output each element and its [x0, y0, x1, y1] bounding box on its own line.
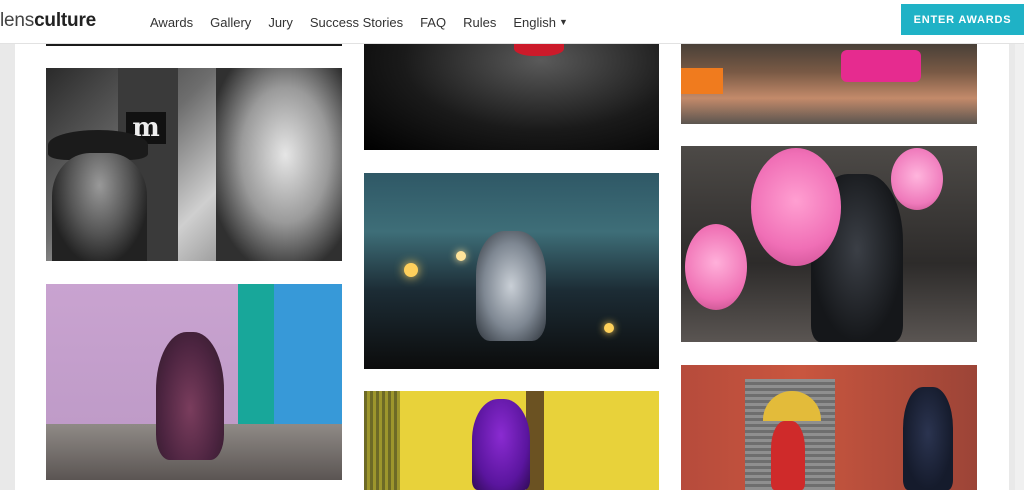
- logo-prefix: lens: [0, 10, 35, 31]
- photo-shape: [52, 153, 147, 261]
- chevron-down-icon: ▼: [558, 17, 568, 27]
- gallery-photo-2[interactable]: m: [46, 68, 342, 261]
- scrollbar[interactable]: [1015, 44, 1024, 490]
- enter-awards-button[interactable]: ENTER AWARDS: [901, 4, 1024, 35]
- gallery-photo-9[interactable]: [681, 365, 977, 490]
- gallery-photo-4[interactable]: [364, 44, 659, 150]
- nav-rules[interactable]: Rules: [463, 15, 496, 30]
- photo-shape: [156, 332, 224, 460]
- photo-shape: [685, 224, 747, 310]
- photo-shape: [216, 68, 342, 261]
- nav-jury[interactable]: Jury: [268, 15, 293, 30]
- nav-gallery[interactable]: Gallery: [210, 15, 251, 30]
- nav-awards[interactable]: Awards: [150, 15, 193, 30]
- gallery-photo-8[interactable]: [681, 146, 977, 342]
- logo[interactable]: lensculture: [0, 10, 96, 32]
- site-header: lensculture Awards Gallery Jury Success …: [0, 0, 1024, 44]
- gallery-photo-6[interactable]: [364, 391, 659, 490]
- photo-shape: [903, 387, 953, 490]
- photo-shape: [238, 284, 274, 444]
- photo-shape: [681, 68, 723, 94]
- gallery-grid: m: [15, 44, 1009, 490]
- photo-shape: [771, 421, 805, 490]
- photo-shape: [476, 231, 546, 341]
- photo-shape: [456, 251, 466, 261]
- photo-shape: [604, 323, 614, 333]
- main-nav: Awards Gallery Jury Success Stories FAQ …: [150, 0, 585, 44]
- photo-shape: [751, 148, 841, 266]
- photo-shape: [472, 399, 530, 490]
- gallery-photo-3[interactable]: [46, 284, 342, 480]
- nav-faq[interactable]: FAQ: [420, 15, 446, 30]
- logo-suffix: culture: [34, 10, 97, 31]
- nav-success-stories[interactable]: Success Stories: [310, 15, 403, 30]
- language-label: English: [513, 14, 556, 30]
- photo-shape: [891, 148, 943, 210]
- gallery-photo-5[interactable]: [364, 173, 659, 369]
- photo-shape: [514, 44, 564, 56]
- gallery-photo-7[interactable]: [681, 44, 977, 124]
- photo-shape: [841, 50, 921, 82]
- photo-shape: [404, 263, 418, 277]
- language-selector[interactable]: English ▼: [513, 15, 568, 30]
- photo-shape: [364, 391, 400, 490]
- gallery-photo-1[interactable]: [46, 44, 342, 46]
